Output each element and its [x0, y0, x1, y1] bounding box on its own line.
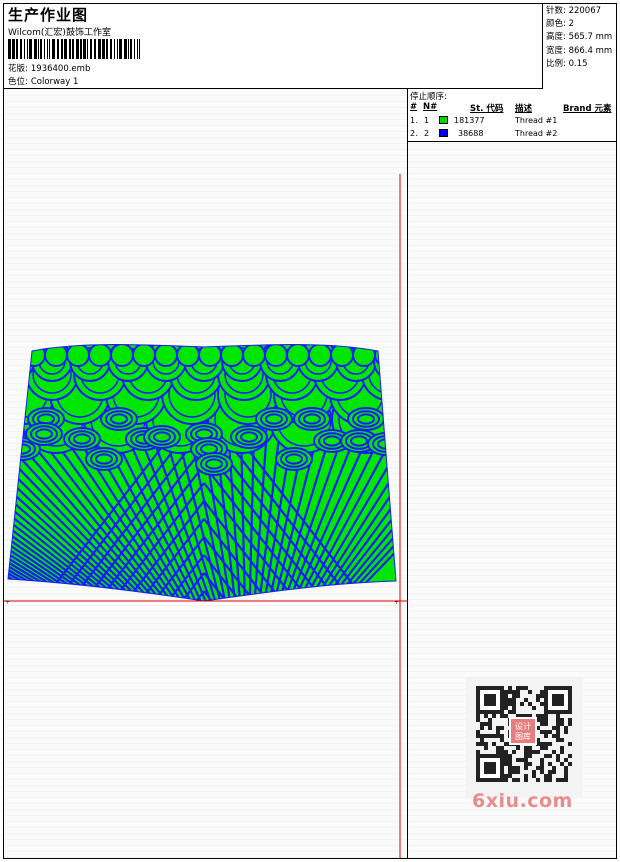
- qr-code-image: 设计图库: [466, 678, 583, 798]
- spec-scale: 比例: 0.15: [546, 58, 588, 69]
- thread-row: 2. 2 38688 Thread #2: [408, 129, 616, 141]
- colorway-value: Colorway 1: [30, 77, 79, 87]
- row-thread-code: 181377: [454, 116, 485, 125]
- svg-text:+: +: [394, 599, 399, 606]
- specs-box: 针数: 220067 颜色: 2 高度: 565.7 mm 宽度: 866.4 …: [542, 4, 616, 89]
- spec-height: 高度: 565.7 mm: [546, 32, 613, 43]
- spec-width: 宽度: 866.4 mm: [546, 45, 613, 56]
- col-stitch-code-header: St. 代码: [470, 104, 504, 114]
- row-number: 2.: [410, 129, 418, 138]
- thread-color-swatch: [439, 116, 448, 124]
- stop-sequence-panel: 停止顺序: # N# St. 代码 描述 Brand 元素 1. 1 18137…: [408, 89, 616, 142]
- row-needle: 1: [424, 116, 430, 125]
- stop-sequence-title: 停止顺序:: [410, 92, 447, 102]
- row-description: Thread #1: [515, 116, 558, 125]
- barcode-image: [8, 39, 140, 59]
- thread-color-swatch: [439, 129, 448, 137]
- embroidery-design-preview: + +: [4, 174, 408, 858]
- row-thread-code: 38688: [458, 129, 484, 138]
- col-description-header: 描述: [515, 104, 533, 114]
- row-needle: 2: [424, 129, 430, 138]
- col-brand-header: Brand 元素: [563, 104, 612, 114]
- row-description: Thread #2: [515, 129, 558, 138]
- sheet-title: 生产作业图: [8, 6, 89, 24]
- design-preview-area: + +: [4, 89, 408, 858]
- design-file-label: 花版:: [8, 64, 28, 74]
- sheet-header: 生产作业图 Wilcom(汇宏)鼓饰工作室 花版: 1936400.emb 色位:…: [4, 4, 616, 89]
- col-needle-header: N#: [423, 102, 438, 112]
- svg-text:+: +: [5, 599, 10, 606]
- design-file-value: 1936400.emb: [30, 64, 91, 74]
- row-number: 1.: [410, 116, 418, 125]
- svg-text:图库: 图库: [515, 731, 531, 741]
- colorway-line: 色位: Colorway 1: [8, 75, 78, 87]
- col-number-header: #: [410, 102, 418, 112]
- spec-colors: 颜色: 2: [546, 19, 574, 30]
- design-file-line: 花版: 1936400.emb: [8, 62, 90, 74]
- watermark-text: 6xiu.com: [472, 790, 573, 812]
- company-name: Wilcom(汇宏)鼓饰工作室: [8, 28, 111, 38]
- colorway-label: 色位:: [8, 77, 28, 87]
- thread-row: 1. 1 181377 Thread #1: [408, 116, 616, 128]
- spec-stitches: 针数: 220067: [546, 6, 602, 16]
- svg-text:设计: 设计: [515, 721, 531, 731]
